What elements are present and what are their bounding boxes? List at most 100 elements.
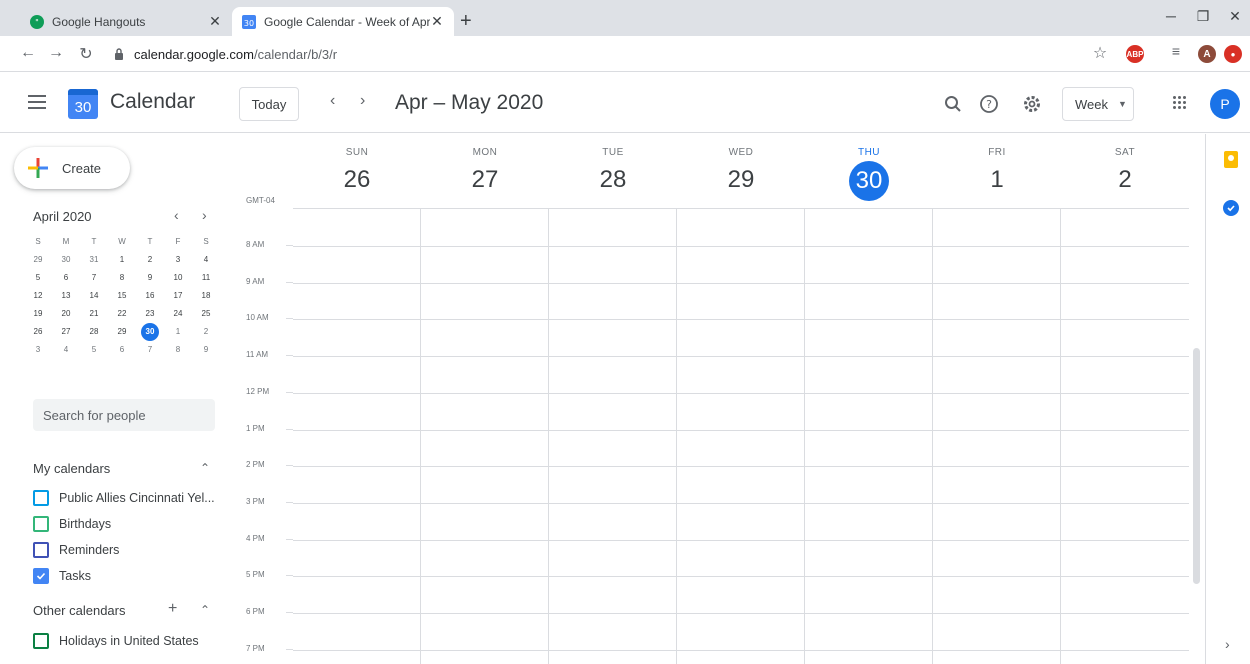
mini-calendar-day[interactable]: 11 [194, 269, 218, 287]
mini-calendar-day[interactable]: 16 [138, 287, 162, 305]
day-number[interactable]: 2 [1061, 166, 1189, 194]
mini-calendar-day[interactable]: 17 [166, 287, 190, 305]
restore-icon[interactable]: ❐ [1188, 8, 1218, 25]
back-arrow-icon[interactable]: ← [18, 44, 38, 62]
day-header-fri[interactable]: FRI 1 [933, 147, 1061, 194]
mini-calendar-day[interactable]: 6 [54, 269, 78, 287]
day-header-sun[interactable]: SUN 26 [293, 147, 421, 194]
view-selector[interactable]: Week ▼ [1062, 87, 1134, 121]
mini-calendar-day[interactable]: 24 [166, 305, 190, 323]
mini-calendar-day[interactable]: 3 [166, 251, 190, 269]
reload-icon[interactable]: ↻ [76, 44, 96, 64]
previous-week-chevron-icon[interactable]: ‹ [330, 92, 335, 110]
day-number[interactable]: 1 [933, 166, 1061, 194]
mini-calendar-day[interactable]: 19 [26, 305, 50, 323]
day-number[interactable]: 27 [421, 166, 549, 194]
settings-gear-icon[interactable] [1021, 93, 1043, 115]
mini-calendar-day[interactable]: 4 [194, 251, 218, 269]
mini-calendar-day[interactable]: 10 [166, 269, 190, 287]
mini-calendar-day[interactable]: 14 [82, 287, 106, 305]
window-close-icon[interactable]: ✕ [1220, 8, 1250, 25]
search-people-input[interactable] [33, 399, 215, 431]
checkbox[interactable] [33, 633, 49, 649]
day-number[interactable]: 28 [549, 166, 677, 194]
mini-calendar-day[interactable]: 15 [110, 287, 134, 305]
mini-calendar-day[interactable]: 8 [166, 341, 190, 359]
collapse-chevron-icon[interactable]: ⌃ [200, 603, 210, 617]
mini-calendar-day[interactable]: 9 [194, 341, 218, 359]
calendar-logo-icon[interactable]: 30 [68, 89, 98, 119]
reading-list-icon[interactable]: ≡ [1166, 43, 1186, 59]
mini-calendar-day[interactable]: 1 [110, 251, 134, 269]
google-apps-icon[interactable] [1173, 96, 1187, 110]
mini-calendar-day[interactable]: 18 [194, 287, 218, 305]
day-header-thu[interactable]: THU 30 [805, 147, 933, 201]
calendar-item[interactable]: Tasks [33, 568, 91, 584]
calendar-item[interactable]: Public Allies Cincinnati Yel... [33, 490, 215, 506]
day-header-sat[interactable]: SAT 2 [1061, 147, 1189, 194]
mini-calendar-day[interactable]: 21 [82, 305, 106, 323]
tasks-icon[interactable] [1223, 200, 1239, 216]
mini-next-month-chevron-icon[interactable]: › [202, 207, 207, 223]
mini-calendar-day[interactable]: 13 [54, 287, 78, 305]
today-date-number[interactable]: 30 [849, 161, 889, 201]
mini-calendar-day[interactable]: 27 [54, 323, 78, 341]
today-button[interactable]: Today [239, 87, 299, 121]
mini-calendar-day[interactable]: 26 [26, 323, 50, 341]
my-calendars-title[interactable]: My calendars [33, 461, 110, 476]
close-icon[interactable]: ✕ [430, 13, 444, 30]
calendar-item[interactable]: Birthdays [33, 516, 111, 532]
calendar-item[interactable]: Reminders [33, 542, 119, 558]
mini-calendar-day[interactable]: 31 [82, 251, 106, 269]
day-header-wed[interactable]: WED 29 [677, 147, 805, 194]
minimize-icon[interactable]: ─ [1156, 8, 1186, 24]
checkbox-checked[interactable] [33, 568, 49, 584]
mini-calendar-day[interactable]: 23 [138, 305, 162, 323]
forward-arrow-icon[interactable]: → [46, 44, 66, 62]
mini-calendar-today[interactable]: 30 [141, 323, 159, 341]
mini-calendar-day[interactable]: 28 [82, 323, 106, 341]
keep-icon[interactable] [1224, 151, 1238, 168]
mini-calendar-day[interactable]: 8 [110, 269, 134, 287]
grid-scrollbar[interactable] [1193, 348, 1200, 584]
calendar-item[interactable]: Holidays in United States [33, 633, 199, 649]
mini-calendar-day[interactable]: 5 [82, 341, 106, 359]
tab-google-hangouts[interactable]: " Google Hangouts ✕ [20, 7, 232, 36]
day-number[interactable]: 26 [293, 166, 421, 194]
mini-calendar-day[interactable]: 30 [54, 251, 78, 269]
mini-calendar-day[interactable]: 7 [138, 341, 162, 359]
mini-calendar-day[interactable]: 2 [194, 323, 218, 341]
mini-calendar-day[interactable]: 25 [194, 305, 218, 323]
mini-calendar-day[interactable]: 9 [138, 269, 162, 287]
account-avatar[interactable]: P [1210, 89, 1240, 119]
mini-calendar-day[interactable]: 7 [82, 269, 106, 287]
mini-calendar-day[interactable]: 1 [166, 323, 190, 341]
day-header-tue[interactable]: TUE 28 [549, 147, 677, 194]
tab-google-calendar[interactable]: 30 Google Calendar - Week of April ✕ [232, 7, 454, 36]
checkbox[interactable] [33, 516, 49, 532]
extension-icon[interactable]: ● [1224, 45, 1242, 63]
expand-panel-chevron-icon[interactable]: › [1225, 636, 1230, 652]
add-calendar-plus-icon[interactable]: + [168, 600, 177, 618]
mini-prev-month-chevron-icon[interactable]: ‹ [174, 207, 179, 223]
day-number[interactable]: 29 [677, 166, 805, 194]
create-button[interactable]: Create [14, 147, 130, 189]
bookmark-star-icon[interactable]: ☆ [1090, 43, 1110, 63]
mini-calendar-day[interactable]: 5 [26, 269, 50, 287]
mini-calendar-day[interactable]: 29 [26, 251, 50, 269]
mini-calendar-day[interactable]: 2 [138, 251, 162, 269]
close-icon[interactable]: ✕ [208, 13, 222, 30]
mini-calendar-day[interactable]: 4 [54, 341, 78, 359]
new-tab-button[interactable]: + [460, 11, 472, 31]
checkbox[interactable] [33, 490, 49, 506]
mini-calendar-day[interactable]: 12 [26, 287, 50, 305]
help-icon[interactable]: ? [978, 93, 1000, 115]
address-bar[interactable]: calendar.google.com/calendar/b/3/r [112, 40, 1102, 68]
day-header-mon[interactable]: MON 27 [421, 147, 549, 194]
profile-avatar[interactable]: A [1198, 45, 1216, 63]
checkbox[interactable] [33, 542, 49, 558]
week-time-grid[interactable] [293, 208, 1189, 664]
mini-calendar-day[interactable]: 6 [110, 341, 134, 359]
adblock-icon[interactable]: ABP [1126, 45, 1144, 63]
next-week-chevron-icon[interactable]: › [360, 92, 365, 110]
